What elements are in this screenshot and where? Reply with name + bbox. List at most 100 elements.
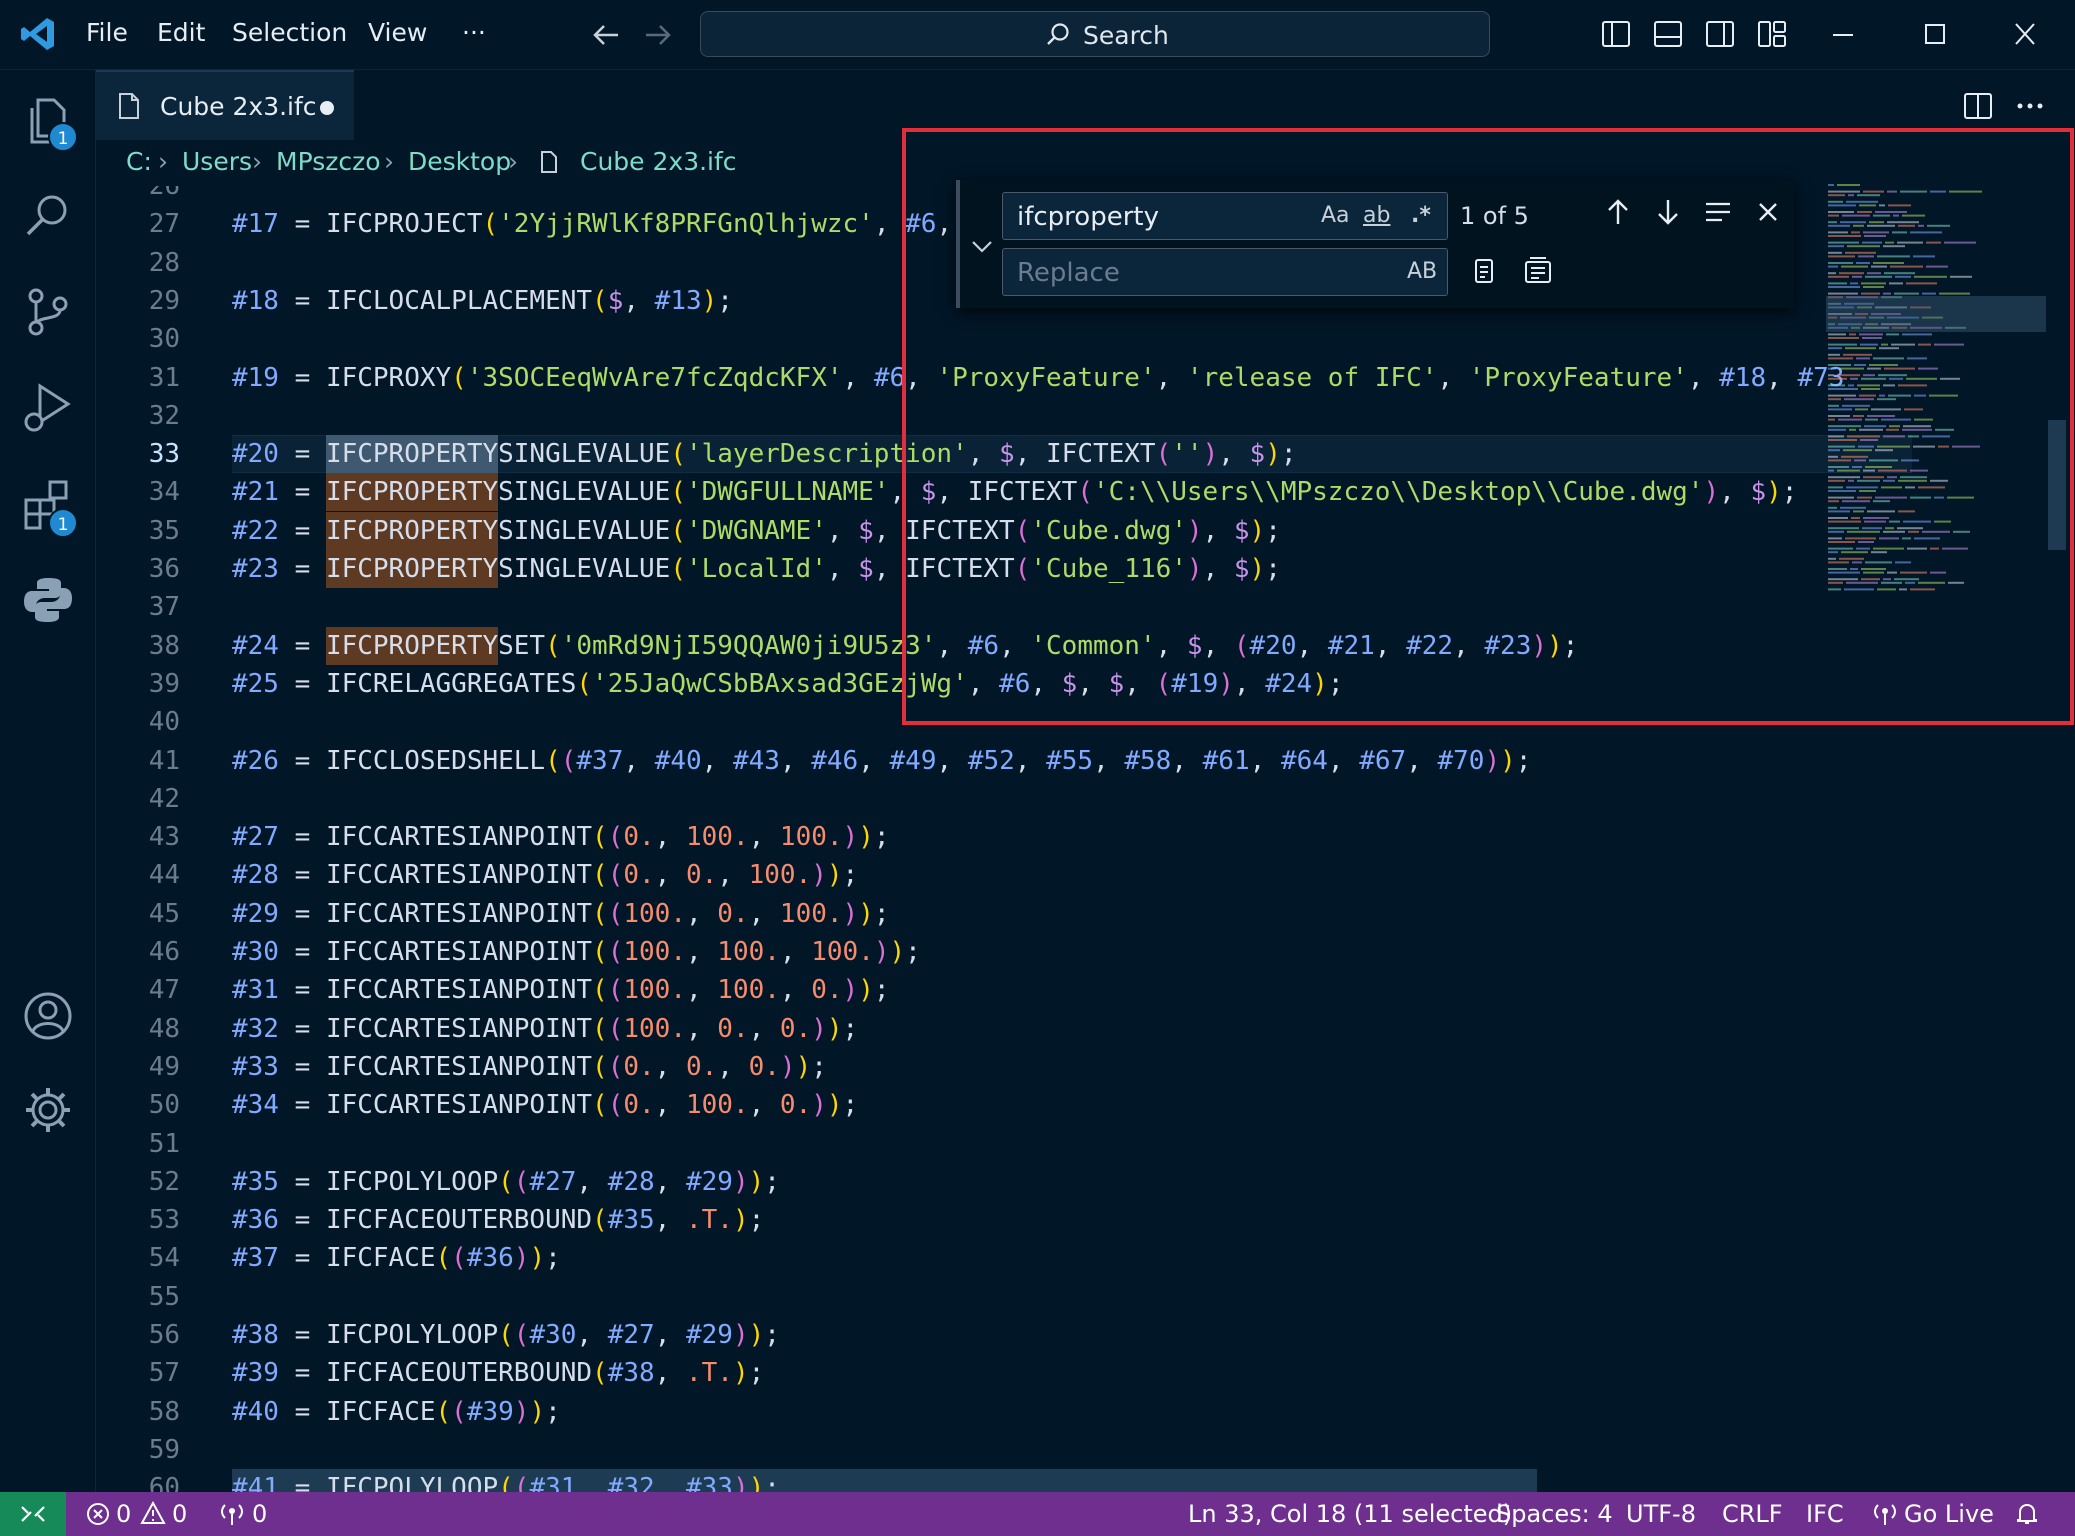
line-number: 48 (148, 1013, 180, 1044)
replace-all-icon[interactable] (1522, 254, 1554, 286)
code-line[interactable]: #40 = IFCFACE((#39)); (232, 1393, 561, 1431)
find-in-selection-icon[interactable] (1702, 196, 1734, 228)
extensions-badge: 1 (48, 508, 78, 538)
cursor-position[interactable]: Ln 33, Col 18 (11 selected) (1188, 1500, 1512, 1528)
go-live-icon[interactable] (1872, 1501, 1898, 1527)
scrollbar-thumb[interactable] (2048, 420, 2066, 550)
menu-view[interactable]: View (368, 18, 427, 47)
code-line[interactable]: #17 = IFCPROJECT('2YjjRWlKf8PRFGnQlhjwzc… (232, 205, 952, 243)
forward-arrow-icon[interactable] (642, 19, 674, 51)
code-line[interactable]: #20 = IFCPROPERTYSINGLEVALUE('layerDescr… (232, 435, 1297, 473)
menu-selection[interactable]: Selection (232, 18, 347, 47)
command-center-search[interactable]: Search (700, 11, 1490, 57)
chevron-down-icon[interactable] (970, 234, 994, 258)
python-icon (24, 578, 72, 622)
bell-icon[interactable] (2014, 1501, 2040, 1527)
breadcrumb-desktop[interactable]: Desktop (408, 147, 511, 176)
code-line[interactable]: #23 = IFCPROPERTYSINGLEVALUE('LocalId', … (232, 550, 1281, 588)
code-line[interactable]: #39 = IFCFACEOUTERBOUND(#38, .T.); (232, 1354, 764, 1392)
python-button[interactable] (20, 572, 76, 628)
extensions-button[interactable]: 1 (20, 476, 78, 538)
indentation[interactable]: Spaces: 4 (1496, 1500, 1613, 1528)
line-ending[interactable]: CRLF (1722, 1500, 1783, 1528)
split-editor-icon[interactable] (1962, 90, 1994, 122)
customize-layout-icon[interactable] (1756, 18, 1788, 50)
menu-more[interactable]: ··· (462, 18, 486, 47)
breadcrumb-mpszczo[interactable]: MPszczo (276, 147, 381, 176)
code-line[interactable]: #41 = IFCPOLYLOOP((#31, #32, #33)); (232, 1469, 780, 1492)
replace-icon[interactable] (1468, 254, 1500, 286)
toggle-secondary-sidebar-icon[interactable] (1704, 18, 1736, 50)
code-line[interactable]: #34 = IFCCARTESIANPOINT((0., 100., 0.)); (232, 1086, 858, 1124)
menu-edit[interactable]: Edit (157, 18, 205, 47)
code-editor[interactable]: 26 27 #17 = IFCPROJECT('2YjjRWlKf8PRFGnQlh… (96, 186, 2056, 1492)
breadcrumb: C: › Users › MPszczo › Desktop › Cube 2x… (96, 140, 2075, 184)
find-input[interactable]: ifcproperty Aa ab .* (1002, 192, 1448, 240)
arrow-down-icon[interactable] (1652, 196, 1684, 228)
code-line[interactable]: #18 = IFCLOCALPLACEMENT($, #13); (232, 282, 733, 320)
maximize-icon[interactable] (1914, 22, 1954, 48)
error-count[interactable]: 0 (116, 1500, 131, 1528)
code-line[interactable]: #29 = IFCCARTESIANPOINT((100., 0., 100.)… (232, 895, 890, 933)
remote-indicator[interactable] (0, 1492, 66, 1536)
breadcrumb-drive[interactable]: C: (126, 147, 152, 176)
more-actions-icon[interactable] (2014, 90, 2046, 122)
arrow-up-icon[interactable] (1602, 196, 1634, 228)
tab-cube-2x3-ifc[interactable]: Cube 2x3.ifc (96, 70, 354, 140)
breadcrumb-file[interactable]: Cube 2x3.ifc (580, 147, 737, 176)
language-mode[interactable]: IFC (1806, 1500, 1844, 1528)
search-view-button[interactable] (20, 188, 76, 244)
broadcast-icon[interactable] (218, 1501, 246, 1527)
whole-word-toggle[interactable]: ab (1363, 203, 1390, 228)
code-line[interactable]: #25 = IFCRELAGGREGATES('25JaQwCSbBAxsad3… (232, 665, 1343, 703)
code-line[interactable]: #31 = IFCCARTESIANPOINT((100., 100., 0.)… (232, 971, 890, 1009)
code-line[interactable]: #19 = IFCPROXY('3SOCEeqWvAre7fcZqdcKFX',… (232, 359, 1844, 397)
line-number: 28 (148, 247, 180, 278)
code-line[interactable]: #24 = IFCPROPERTYSET('0mRd9NjI59QQAW0ji9… (232, 627, 1578, 665)
encoding[interactable]: UTF-8 (1626, 1500, 1696, 1528)
minimap-viewport[interactable] (1826, 296, 2046, 332)
code-line[interactable]: #32 = IFCCARTESIANPOINT((100., 0., 0.)); (232, 1010, 858, 1048)
ports-count[interactable]: 0 (252, 1500, 267, 1528)
code-line[interactable]: #27 = IFCCARTESIANPOINT((0., 100., 100.)… (232, 818, 890, 856)
minimize-icon[interactable] (1823, 22, 1863, 48)
preserve-case-toggle[interactable]: AB (1407, 259, 1437, 284)
toggle-primary-sidebar-icon[interactable] (1600, 18, 1632, 50)
toggle-panel-icon[interactable] (1652, 18, 1684, 50)
code-line[interactable]: #26 = IFCCLOSEDSHELL((#37, #40, #43, #46… (232, 742, 1531, 780)
error-icon[interactable] (86, 1502, 110, 1526)
code-line[interactable]: #30 = IFCCARTESIANPOINT((100., 100., 100… (232, 933, 921, 971)
explorer-button[interactable]: 1 (20, 92, 78, 152)
warning-icon[interactable] (140, 1501, 166, 1525)
menu-file[interactable]: File (86, 18, 128, 47)
line-number: 45 (148, 898, 180, 929)
source-control-button[interactable] (20, 284, 76, 340)
back-arrow-icon[interactable] (590, 19, 622, 51)
code-line[interactable]: #28 = IFCCARTESIANPOINT((0., 0., 100.)); (232, 856, 858, 894)
code-line[interactable]: #33 = IFCCARTESIANPOINT((0., 0., 0.)); (232, 1048, 827, 1086)
match-case-toggle[interactable]: Aa (1321, 203, 1350, 228)
line-number: 57 (148, 1358, 180, 1389)
regex-toggle[interactable]: .* (1411, 203, 1431, 228)
minimap[interactable] (1826, 180, 2046, 680)
unsaved-dot-icon[interactable] (320, 101, 334, 115)
line-number: 49 (148, 1051, 180, 1082)
vertical-scrollbar[interactable] (2048, 186, 2066, 1492)
code-line[interactable]: #22 = IFCPROPERTYSINGLEVALUE('DWGNAME', … (232, 512, 1281, 550)
code-line[interactable]: #38 = IFCPOLYLOOP((#30, #27, #29)); (232, 1316, 780, 1354)
close-icon[interactable] (2005, 22, 2045, 48)
breadcrumb-users[interactable]: Users (182, 147, 252, 176)
close-find-icon[interactable] (1752, 196, 1784, 228)
line-number: 52 (148, 1166, 180, 1197)
accounts-button[interactable] (20, 988, 76, 1044)
go-live-button[interactable]: Go Live (1904, 1500, 1994, 1528)
code-line[interactable]: #35 = IFCPOLYLOOP((#27, #28, #29)); (232, 1163, 780, 1201)
code-line[interactable]: #21 = IFCPROPERTYSINGLEVALUE('DWGFULLNAM… (232, 473, 1797, 511)
warning-count[interactable]: 0 (172, 1500, 187, 1528)
run-debug-button[interactable] (20, 380, 76, 436)
line-number: 54 (148, 1243, 180, 1274)
code-line[interactable]: #37 = IFCFACE((#36)); (232, 1239, 561, 1277)
manage-button[interactable] (20, 1082, 76, 1138)
replace-input[interactable]: Replace AB (1002, 248, 1448, 296)
code-line[interactable]: #36 = IFCFACEOUTERBOUND(#35, .T.); (232, 1201, 764, 1239)
